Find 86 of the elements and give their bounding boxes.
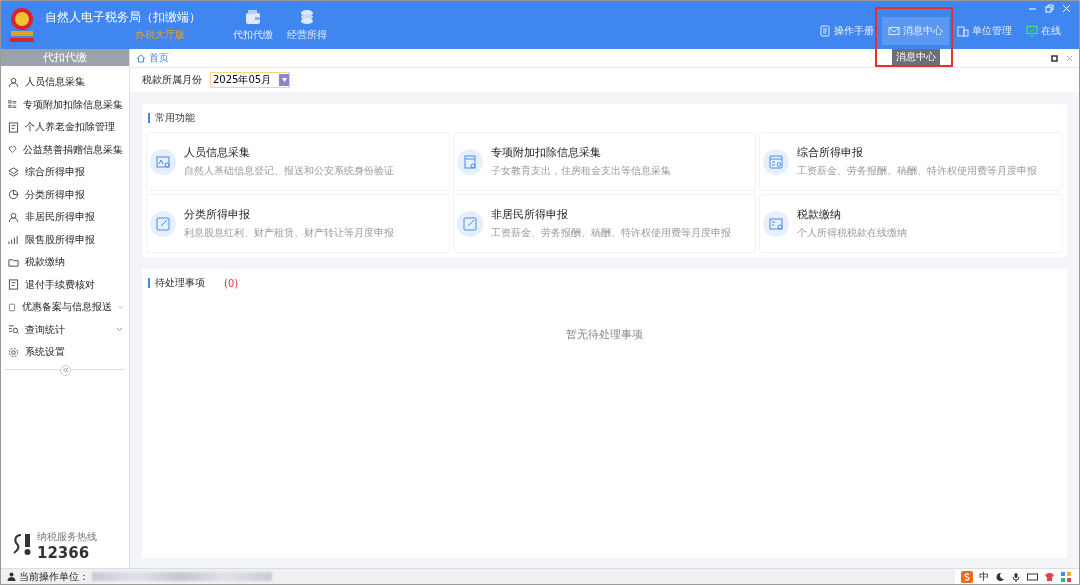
sidebar-item[interactable]: 优惠备案与信息报送 (1, 296, 129, 319)
card-title: 专项附加扣除信息采集 (490, 145, 602, 160)
list-icon (8, 99, 17, 111)
sidebar-item[interactable]: 个人养老金扣除管理 (1, 116, 129, 139)
envelope-icon (888, 25, 900, 37)
edit-icon (456, 210, 483, 237)
form-icon (763, 148, 790, 175)
keyboard-icon[interactable] (1027, 571, 1038, 582)
folder-icon (8, 256, 19, 268)
document-icon (8, 121, 19, 133)
card-description: 个人所得税税款在线缴纳 (797, 226, 908, 240)
sidebar-item[interactable]: 退付手续费核对 (1, 273, 129, 296)
section-title: 待处理事项 (155, 276, 205, 290)
function-card[interactable]: 税款缴纳 个人所得税税款在线缴纳 (759, 194, 1063, 253)
pie-chart-icon (8, 189, 19, 201)
hotline-label: 纳税服务热线 (37, 530, 97, 544)
function-card[interactable]: 非居民所得申报 工资薪金、劳务报酬、稿酬、特许权使用费等月度申报 (452, 194, 757, 253)
dropdown-icon (279, 74, 289, 86)
section-title: 常用功能 (155, 111, 195, 125)
card-description: 利息股息红利、财产租赁、财产转让等月度申报 (184, 226, 394, 240)
sidebar-item[interactable]: 系统设置 (1, 341, 129, 364)
sidebar-item[interactable]: 查询统计 (1, 318, 129, 341)
user-icon (7, 572, 16, 581)
coins-icon (299, 8, 315, 25)
card-description: 工资薪金、劳务报酬、稿酬、特许权使用费等月度申报 (797, 164, 1038, 178)
card-title: 人员信息采集 (184, 145, 251, 160)
close-icon[interactable] (1066, 54, 1073, 62)
sidebar-item[interactable]: 综合所得申报 (1, 161, 129, 184)
function-card[interactable]: 分类所得申报 利息股息红利、财产租赁、财产转让等月度申报 (146, 194, 450, 253)
edition-label: 办税大厅版 (135, 27, 186, 42)
microphone-icon[interactable] (1011, 571, 1021, 582)
month-picker-field[interactable]: 2025年05月 (210, 72, 290, 88)
restore-icon[interactable] (1045, 4, 1054, 13)
card-title: 分类所得申报 (184, 207, 251, 222)
sidebar-item[interactable]: 非居民所得申报 (1, 206, 129, 229)
form-icon (456, 148, 483, 175)
hotline-number: 12366 (37, 544, 91, 562)
moon-icon[interactable] (995, 571, 1005, 582)
double-chevron-left-icon (61, 367, 69, 373)
current-unit-label: 当前操作单位： (19, 569, 89, 584)
sogou-icon[interactable] (961, 570, 973, 583)
function-card[interactable]: 人员信息采集 自然人基础信息登记、报送和公安系统身份验证 (146, 132, 450, 191)
settings-icon (8, 346, 19, 358)
card-title: 综合所得申报 (797, 145, 865, 160)
page-icon (8, 301, 16, 313)
ime-indicator[interactable]: 中 (979, 569, 989, 584)
shirt-icon[interactable] (1044, 571, 1055, 582)
bar-chart-icon (8, 234, 19, 246)
sidebar-item[interactable]: 税款缴纳 (1, 251, 129, 274)
wallet-icon (245, 8, 261, 25)
home-icon (136, 53, 146, 63)
emblem-logo (7, 5, 37, 45)
person-icon (8, 76, 19, 88)
grid-icon[interactable] (1061, 571, 1071, 582)
layers-icon (8, 166, 19, 178)
tooltip: 消息中心 (891, 49, 940, 65)
period-label: 税款所属月份 (142, 73, 202, 87)
sidebar-header: 代扣代缴 (1, 49, 129, 66)
document-icon (8, 279, 19, 291)
home-breadcrumb[interactable]: 首页 (136, 51, 169, 65)
card-description: 子女教育支出，住房租金支出等信息采集 (490, 164, 671, 178)
form-icon (763, 210, 790, 237)
maximize-icon[interactable] (1051, 54, 1058, 62)
form-icon (150, 148, 176, 175)
edit-icon (150, 210, 176, 237)
function-card[interactable]: 综合所得申报 工资薪金、劳务报酬、稿酬、特许权使用费等月度申报 (759, 132, 1063, 191)
search-icon (8, 324, 19, 336)
sidebar-item[interactable]: 专项附加扣除信息采集 (1, 93, 129, 116)
sidebar-item[interactable]: 公益慈善捐赠信息采集 (1, 138, 129, 161)
card-title: 非居民所得申报 (490, 207, 569, 222)
monitor-icon (1026, 25, 1038, 37)
sidebar-item[interactable]: 限售股所得申报 (1, 228, 129, 251)
card-description: 工资薪金、劳务报酬、稿酬、特许权使用费等月度申报 (490, 226, 731, 240)
app-title: 自然人电子税务局（扣缴端） (45, 8, 202, 26)
document-icon (819, 25, 831, 37)
empty-message: 暂无待处理事项 (565, 327, 644, 342)
collapse-button[interactable] (59, 364, 71, 376)
heart-icon (8, 144, 17, 156)
card-description: 自然人基础信息登记、报送和公安系统身份验证 (184, 164, 394, 178)
building-icon (957, 25, 969, 37)
sidebar-item[interactable]: 人员信息采集 (1, 71, 129, 94)
sidebar-item[interactable]: 分类所得申报 (1, 183, 129, 206)
pending-count: (0) (224, 277, 239, 289)
person-icon (8, 211, 19, 223)
function-card[interactable]: 专项附加扣除信息采集 子女教育支出，住房租金支出等信息采集 (452, 132, 757, 191)
card-title: 税款缴纳 (797, 207, 843, 222)
